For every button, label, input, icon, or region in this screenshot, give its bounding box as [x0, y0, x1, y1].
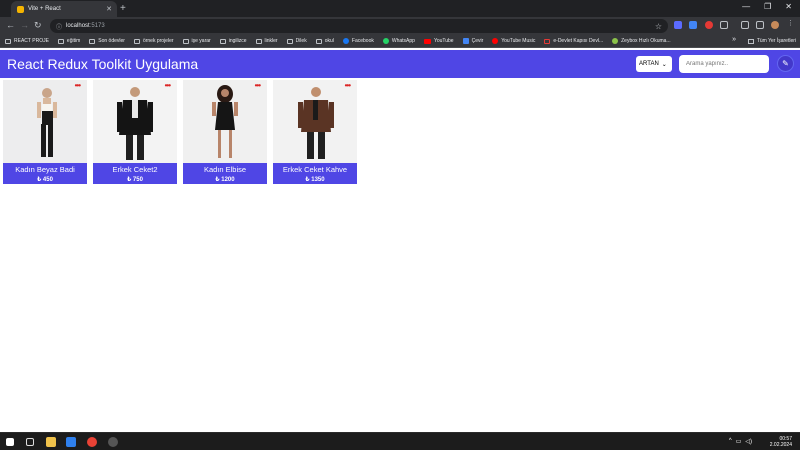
bookmark-folder[interactable]: işe yarar	[182, 38, 211, 44]
chevron-up-icon[interactable]: ^	[729, 438, 732, 445]
card-menu-icon[interactable]: •••	[165, 81, 171, 90]
product-price: ₺ 1200	[215, 177, 235, 183]
more-bookmarks-icon[interactable]: »	[732, 36, 736, 43]
volume-icon[interactable]: ◁)	[745, 438, 752, 445]
profile-avatar[interactable]	[771, 21, 779, 29]
product-name: Erkek Ceket2	[112, 165, 158, 174]
chevron-down-icon: ⌄	[661, 61, 667, 68]
product-price: ₺ 750	[127, 177, 143, 183]
forward-icon[interactable]: →	[20, 20, 29, 30]
site-info-icon[interactable]: ⓘ	[56, 22, 62, 31]
edit-square-icon: ✎	[782, 59, 789, 68]
bookmark-folder[interactable]: okul	[315, 38, 334, 44]
chrome-menu-icon[interactable]: ⋮	[787, 19, 795, 27]
windows-start-icon[interactable]	[6, 438, 14, 446]
translate-icon	[462, 38, 469, 44]
clock[interactable]: 00:57 2.02.2024	[770, 436, 792, 448]
bookmark-translate[interactable]: Çevir	[462, 38, 483, 44]
search-input[interactable]	[679, 55, 769, 73]
extension-red-icon[interactable]	[705, 21, 713, 29]
product-price: ₺ 1350	[305, 177, 325, 183]
bookmark-folder[interactable]: Dilek	[286, 38, 307, 44]
bookmark-folder[interactable]: linkler	[255, 38, 278, 44]
tab-title: Vite + React	[28, 6, 61, 12]
product-info: Erkek Ceket2 ₺ 750	[93, 163, 177, 184]
product-name: Erkek Ceket Kahve	[282, 165, 348, 174]
network-icon[interactable]: ▭	[736, 438, 742, 445]
bookmark-folder[interactable]: eğitim	[57, 38, 80, 44]
bookmark-star-icon[interactable]: ☆	[655, 22, 662, 31]
product-card[interactable]: ••• Kadın Elbise ₺ 1200	[183, 80, 267, 184]
reload-icon[interactable]: ↻	[34, 20, 42, 31]
bookmark-folder[interactable]: ingilizce	[219, 38, 247, 44]
url-port: :5173	[89, 23, 105, 29]
bookmark-edevlet[interactable]: e-Devlet Kapısı Devl...	[544, 38, 603, 44]
product-image	[93, 80, 177, 163]
bookmark-youtube-music[interactable]: YouTube Music	[492, 38, 535, 44]
facebook-icon	[342, 38, 349, 44]
bookmark-facebook[interactable]: Facebook	[342, 38, 374, 44]
card-menu-icon[interactable]: •••	[255, 81, 261, 90]
product-card[interactable]: ••• Erkek Ceket Kahve ₺ 1350	[273, 80, 357, 184]
product-info: Kadın Elbise ₺ 1200	[183, 163, 267, 184]
add-product-button[interactable]: ✎	[777, 55, 794, 72]
product-info: Kadın Beyaz Badi ₺ 450	[3, 163, 87, 184]
app-title: React Redux Toolkit Uygulama	[7, 56, 199, 72]
task-view-icon[interactable]	[26, 438, 34, 446]
bookmark-whatsapp[interactable]: WhatsApp	[382, 38, 415, 44]
product-image	[273, 80, 357, 163]
card-menu-icon[interactable]: •••	[75, 81, 81, 90]
clock-date: 2.02.2024	[769, 442, 792, 448]
url-host: localhost	[66, 23, 90, 29]
browser-tab-strip: Vite + React ✕ + — ❐ ✕	[0, 0, 800, 17]
tab-search-icon[interactable]	[741, 21, 749, 29]
close-tab-icon[interactable]: ✕	[106, 5, 112, 13]
system-tray: ^ ▭ ◁)	[729, 438, 752, 445]
product-card[interactable]: ••• Erkek Ceket2 ₺ 750	[93, 80, 177, 184]
vscode-icon[interactable]	[66, 437, 76, 447]
bookmark-folder[interactable]: REACT PROJE	[5, 38, 49, 44]
browser-toolbar: ← → ↻ ⓘ localhost:5173 ☆ ⋮	[0, 17, 800, 35]
browser-tab[interactable]: Vite + React ✕	[11, 1, 117, 17]
maximize-icon[interactable]: ❐	[764, 2, 771, 11]
translate-extension-icon[interactable]	[689, 21, 697, 29]
product-name: Kadın Beyaz Badi	[15, 165, 75, 174]
product-image	[183, 80, 267, 163]
vite-favicon-icon	[17, 5, 24, 13]
app-icon[interactable]	[108, 437, 118, 447]
sort-value: ARTAN	[639, 61, 659, 67]
product-image	[3, 80, 87, 163]
product-card[interactable]: ••• Kadın Beyaz Badi ₺ 450	[3, 80, 87, 184]
new-tab-icon[interactable]: +	[120, 3, 126, 14]
chrome-icon[interactable]	[87, 437, 97, 447]
bookmark-zeybox[interactable]: Zeybox Hızlı Okuma...	[612, 38, 671, 44]
window-controls: — ❐ ✕	[742, 2, 792, 11]
extensions-puzzle-icon[interactable]	[720, 21, 728, 29]
edevlet-icon	[544, 38, 551, 44]
sort-select[interactable]: ARTAN ⌄	[636, 56, 672, 72]
whatsapp-icon	[382, 38, 389, 44]
address-bar[interactable]: ⓘ localhost:5173 ☆	[50, 19, 668, 33]
all-bookmarks[interactable]: Tüm Yer İşaretleri	[747, 38, 796, 44]
extension-icon[interactable]	[674, 21, 682, 29]
bookmark-youtube[interactable]: YouTube	[423, 38, 454, 44]
product-name: Kadın Elbise	[203, 165, 247, 174]
product-price: ₺ 450	[37, 177, 53, 183]
side-panel-icon[interactable]	[756, 21, 764, 29]
card-menu-icon[interactable]: •••	[345, 81, 351, 90]
youtube-music-icon	[492, 38, 499, 44]
os-taskbar: ^ ▭ ◁) 00:57 2.02.2024	[0, 432, 800, 450]
bookmark-folder[interactable]: örnek projeler	[133, 38, 174, 44]
zeybox-icon	[612, 38, 619, 44]
file-explorer-icon[interactable]	[46, 437, 56, 447]
minimize-icon[interactable]: —	[742, 2, 750, 11]
bookmarks-bar: REACT PROJE eğitim Son ödevler örnek pro…	[0, 35, 800, 48]
youtube-icon	[423, 38, 431, 44]
bookmark-folder[interactable]: Son ödevler	[89, 38, 125, 44]
back-icon[interactable]: ←	[6, 20, 15, 30]
product-info: Erkek Ceket Kahve ₺ 1350	[273, 163, 357, 184]
close-window-icon[interactable]: ✕	[785, 2, 792, 11]
